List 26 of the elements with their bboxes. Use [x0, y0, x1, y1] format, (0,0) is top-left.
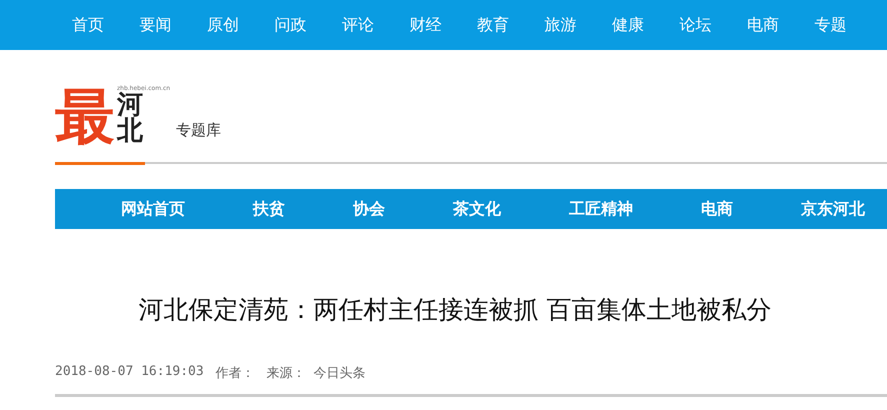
nav-link[interactable]: 原创	[189, 14, 256, 36]
section-nav-link[interactable]: 网站首页	[87, 198, 219, 220]
nav-link[interactable]: 财经	[392, 14, 459, 36]
nav-link[interactable]: 问政	[256, 14, 324, 36]
section-nav-link[interactable]: 协会	[319, 198, 419, 220]
section-nav-link[interactable]: 电商	[667, 198, 767, 220]
logo-name: 河北	[117, 92, 143, 144]
section-nav-link[interactable]: 工匠精神	[535, 198, 667, 220]
section-nav-link[interactable]: 茶文化	[419, 198, 535, 220]
author-label: 作者：	[216, 365, 255, 382]
nav-link[interactable]: 健康	[594, 14, 662, 36]
nav-link[interactable]: 电商	[729, 14, 796, 36]
nav-link[interactable]: 评论	[324, 14, 392, 36]
nav-link[interactable]: 教育	[459, 14, 526, 36]
nav-link[interactable]: 论坛	[662, 14, 729, 36]
nav-link[interactable]: 首页	[54, 14, 122, 36]
nav-link[interactable]: 要闻	[122, 14, 189, 36]
section-nav-link[interactable]: 京东河北	[767, 198, 865, 220]
source-text: 来源： 今日头条	[266, 365, 366, 382]
nav-link[interactable]: 专题	[796, 14, 864, 36]
logo-subtitle: 专题库	[176, 121, 222, 140]
section-nav-link[interactable]: 扶贫	[219, 198, 319, 220]
article-date: 2018-08-07 16:19:03	[55, 364, 204, 381]
nav-link[interactable]: 旅游	[526, 14, 594, 36]
logo-mark: 最	[55, 84, 115, 150]
article-title: 河北保定清苑：两任村主任接连被抓 百亩集体土地被私分	[138, 294, 772, 326]
